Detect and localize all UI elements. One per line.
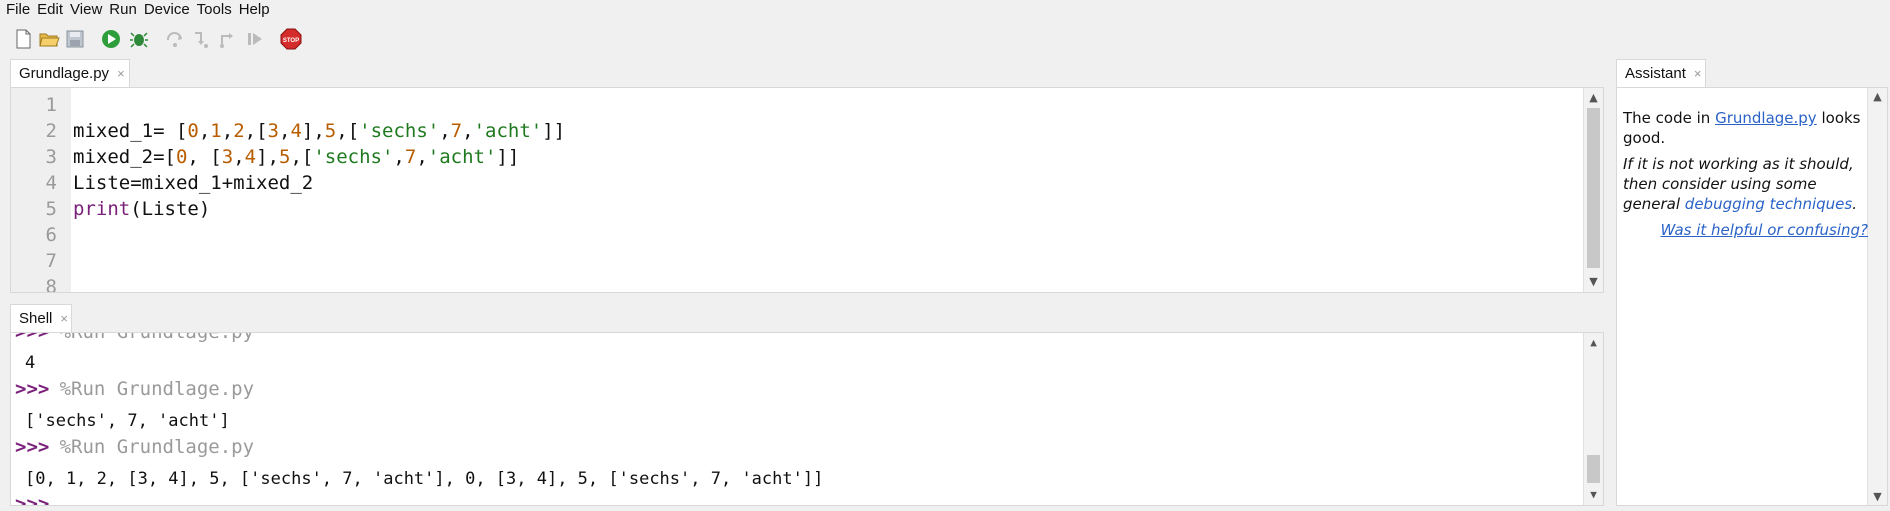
stop-icon[interactable]: STOP — [280, 28, 302, 50]
debugging-link[interactable]: debugging techniques — [1685, 195, 1852, 213]
menu-file[interactable]: File — [6, 1, 30, 18]
shell-prompt[interactable]: >>> — [15, 493, 49, 505]
editor-scrollbar[interactable]: ▲ ▼ — [1583, 88, 1603, 292]
line-number: 4 — [45, 172, 57, 194]
feedback-link[interactable]: Was it helpful or confusing? — [1623, 220, 1868, 240]
open-folder-icon[interactable] — [38, 28, 60, 50]
close-icon[interactable]: × — [117, 66, 125, 81]
line-number: 2 — [45, 120, 57, 142]
step-over-icon[interactable] — [164, 28, 186, 50]
shell-command-line: >>> %Run Grundlage.py — [15, 436, 255, 458]
scroll-up-icon[interactable]: ▲ — [1868, 90, 1887, 103]
tab-assistant[interactable]: Assistant × — [1616, 59, 1706, 87]
code-line-2: mixed_1= [0,1,2,[3,4],5,['sechs',7,'acht… — [73, 120, 566, 142]
debug-icon[interactable] — [128, 28, 150, 50]
tab-grundlage[interactable]: Grundlage.py × — [10, 59, 130, 87]
resume-icon[interactable] — [244, 28, 266, 50]
line-number: 1 — [45, 94, 57, 116]
shell-output-line: 4 — [25, 353, 36, 373]
save-icon[interactable] — [64, 28, 86, 50]
menu-view[interactable]: View — [70, 1, 102, 18]
line-number: 6 — [45, 224, 57, 246]
line-number: 8 — [45, 276, 57, 293]
menu-device[interactable]: Device — [144, 1, 190, 18]
scroll-down-icon[interactable]: ▼ — [1584, 487, 1603, 503]
code-line-4: Liste=mixed_1+mixed_2 — [73, 172, 314, 194]
file-link[interactable]: Grundlage.py — [1715, 109, 1817, 127]
menu-bar: File Edit View Run Device Tools Help — [0, 0, 1890, 18]
svg-text:STOP: STOP — [283, 38, 299, 44]
shell-command-line: >>> %Run Grundlage.py — [15, 378, 255, 400]
close-icon[interactable]: × — [1694, 66, 1702, 81]
scroll-up-icon[interactable]: ▲ — [1584, 90, 1603, 106]
line-number: 3 — [45, 146, 57, 168]
line-number: 7 — [45, 250, 57, 272]
line-number: 5 — [45, 198, 57, 220]
menu-edit[interactable]: Edit — [37, 1, 63, 18]
shell-output-line: [0, 1, 2, [3, 4], 5, ['sechs', 7, 'acht'… — [25, 469, 824, 489]
scroll-thumb[interactable] — [1587, 455, 1600, 483]
tab-label: Grundlage.py — [19, 65, 110, 82]
step-out-icon[interactable] — [216, 28, 238, 50]
menu-run[interactable]: Run — [109, 1, 137, 18]
scroll-down-icon[interactable]: ▼ — [1584, 274, 1603, 290]
shell-scrollbar[interactable]: ▲ ▼ — [1583, 333, 1603, 505]
close-icon[interactable]: × — [60, 311, 68, 326]
code-line-5: print(Liste) — [73, 198, 211, 220]
scroll-up-icon[interactable]: ▲ — [1584, 335, 1603, 351]
assistant-scrollbar[interactable]: ▲ ▼ — [1867, 88, 1887, 505]
toolbar: STOP — [0, 26, 320, 52]
assistant-message: The code in Grundlage.py looks good. If … — [1623, 108, 1868, 240]
line-number-gutter: 1 2 3 4 5 6 7 8 — [11, 88, 71, 292]
menu-tools[interactable]: Tools — [197, 1, 232, 18]
scroll-down-icon[interactable]: ▼ — [1868, 490, 1887, 503]
assistant-text: The code in — [1623, 109, 1711, 127]
tab-label: Shell — [19, 310, 53, 327]
tab-shell[interactable]: Shell × — [10, 304, 72, 332]
shell-command-line: >>> %Run Grundlage.py — [15, 332, 255, 343]
shell-output-line: ['sechs', 7, 'acht'] — [25, 411, 230, 431]
step-into-icon[interactable] — [190, 28, 212, 50]
shell-console[interactable]: >>> %Run Grundlage.py 4 >>> %Run Grundla… — [10, 332, 1604, 506]
code-content[interactable]: mixed_1= [0,1,2,[3,4],5,['sechs',7,'acht… — [73, 92, 566, 292]
code-editor[interactable]: 1 2 3 4 5 6 7 8 mixed_1= [0,1,2,[3,4],5,… — [10, 87, 1604, 293]
run-icon[interactable] — [100, 28, 122, 50]
tab-label: Assistant — [1625, 65, 1686, 82]
assistant-text: . — [1852, 195, 1857, 213]
new-file-icon[interactable] — [12, 28, 34, 50]
menu-help[interactable]: Help — [239, 1, 270, 18]
scroll-thumb[interactable] — [1587, 108, 1600, 268]
code-line-3: mixed_2=[0, [3,4],5,['sechs',7,'acht']] — [73, 146, 520, 168]
